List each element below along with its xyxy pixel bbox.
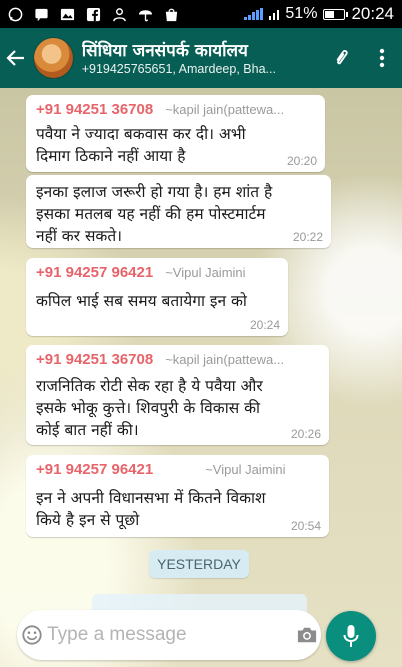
more-vertical-icon	[379, 48, 385, 68]
status-bar: 51% 20:24	[0, 0, 402, 28]
message-time: 20:22	[292, 230, 323, 244]
sender-name: ~Vipul Jaimini	[165, 265, 246, 280]
voice-record-button[interactable]	[326, 611, 376, 661]
back-arrow-icon	[6, 50, 25, 66]
photo-icon	[60, 7, 75, 22]
battery-level	[325, 10, 335, 18]
sender-name: ~kapil jain(pattewa...	[165, 102, 285, 117]
facebook-icon	[86, 7, 101, 22]
overflow-menu-button[interactable]	[362, 28, 402, 88]
message-bubble[interactable]: +91 94251 36708 ~kapil jain(pattewa... र…	[26, 345, 329, 445]
date-separator: YESTERDAY	[149, 550, 249, 578]
sender-phone[interactable]: +91 94251 36708	[36, 351, 153, 368]
chat-info[interactable]: सिंधिया जनसंपर्क कार्यालय +919425765651,…	[82, 40, 322, 76]
message-bubble[interactable]: इनका इलाज जरूरी हो गया है। हम शांत है इस…	[26, 175, 331, 248]
paperclip-icon	[336, 49, 348, 65]
umbrella-icon	[138, 7, 153, 22]
message-time: 20:26	[290, 427, 321, 441]
attach-button[interactable]	[322, 28, 362, 88]
message-bubble[interactable]: +91 94251 36708 ~kapil jain(pattewa... प…	[26, 95, 325, 172]
sender-name: ~Vipul Jaimini	[205, 462, 286, 477]
message-text: कपिल भाई सब समय बतायेगा इन को	[36, 292, 247, 310]
message-time: 20:24	[249, 318, 280, 332]
message-bubble[interactable]: +91 94257 96421 ~Vipul Jaimini इन ने अपन…	[26, 455, 329, 537]
message-text: पवैया ने ज्यादा बकवास कर दी। अभी दिमाग ठ…	[36, 125, 246, 165]
sender-phone[interactable]: +91 94257 96421	[36, 264, 153, 281]
chat-participants: +919425765651, Amardeep, Bha...	[81, 62, 276, 76]
battery-icon	[323, 8, 349, 20]
message-text: राजनितिक रोटी सेक रहा है ये पवैया और इसक…	[36, 377, 263, 439]
emoji-icon	[22, 625, 42, 645]
message-time: 20:54	[290, 519, 321, 533]
message-list[interactable]: +91 94251 36708 ~kapil jain(pattewa... प…	[0, 88, 402, 667]
message-time: 20:20	[286, 154, 317, 168]
message-icon	[34, 7, 49, 22]
battery-percent: 51%	[285, 5, 318, 22]
back-button[interactable]	[0, 28, 33, 88]
emoji-button[interactable]	[17, 610, 47, 660]
camera-button[interactable]	[292, 610, 321, 660]
chat-header: सिंधिया जनसंपर्क कार्यालय +919425765651,…	[0, 28, 402, 88]
whatsapp-icon	[8, 7, 23, 22]
message-composer	[17, 610, 321, 660]
sender-phone[interactable]: +91 94257 96421	[36, 461, 153, 478]
message-text: इन ने अपनी विधानसभा में कितने विकाश किये…	[36, 489, 266, 529]
microphone-icon	[343, 625, 359, 647]
sender-phone[interactable]: +91 94251 36708	[36, 101, 153, 118]
message-text: इनका इलाज जरूरी हो गया है। हम शांत है इस…	[36, 183, 273, 245]
group-avatar[interactable]	[32, 37, 74, 79]
notification-icons	[8, 7, 179, 22]
message-bubble[interactable]: +91 94257 96421 ~Vipul Jaimini कपिल भाई …	[26, 258, 288, 336]
shop-icon	[164, 7, 179, 22]
chat-title: सिंधिया जनसंपर्क कार्यालय	[81, 41, 248, 61]
message-input[interactable]	[47, 624, 293, 646]
signal-strength-icon-2	[268, 8, 280, 20]
sender-name: ~kapil jain(pattewa...	[165, 352, 285, 367]
user-icon	[112, 7, 127, 22]
camera-icon	[297, 627, 316, 643]
signal-strength-icon	[244, 8, 263, 20]
clock: 20:24	[351, 4, 394, 23]
